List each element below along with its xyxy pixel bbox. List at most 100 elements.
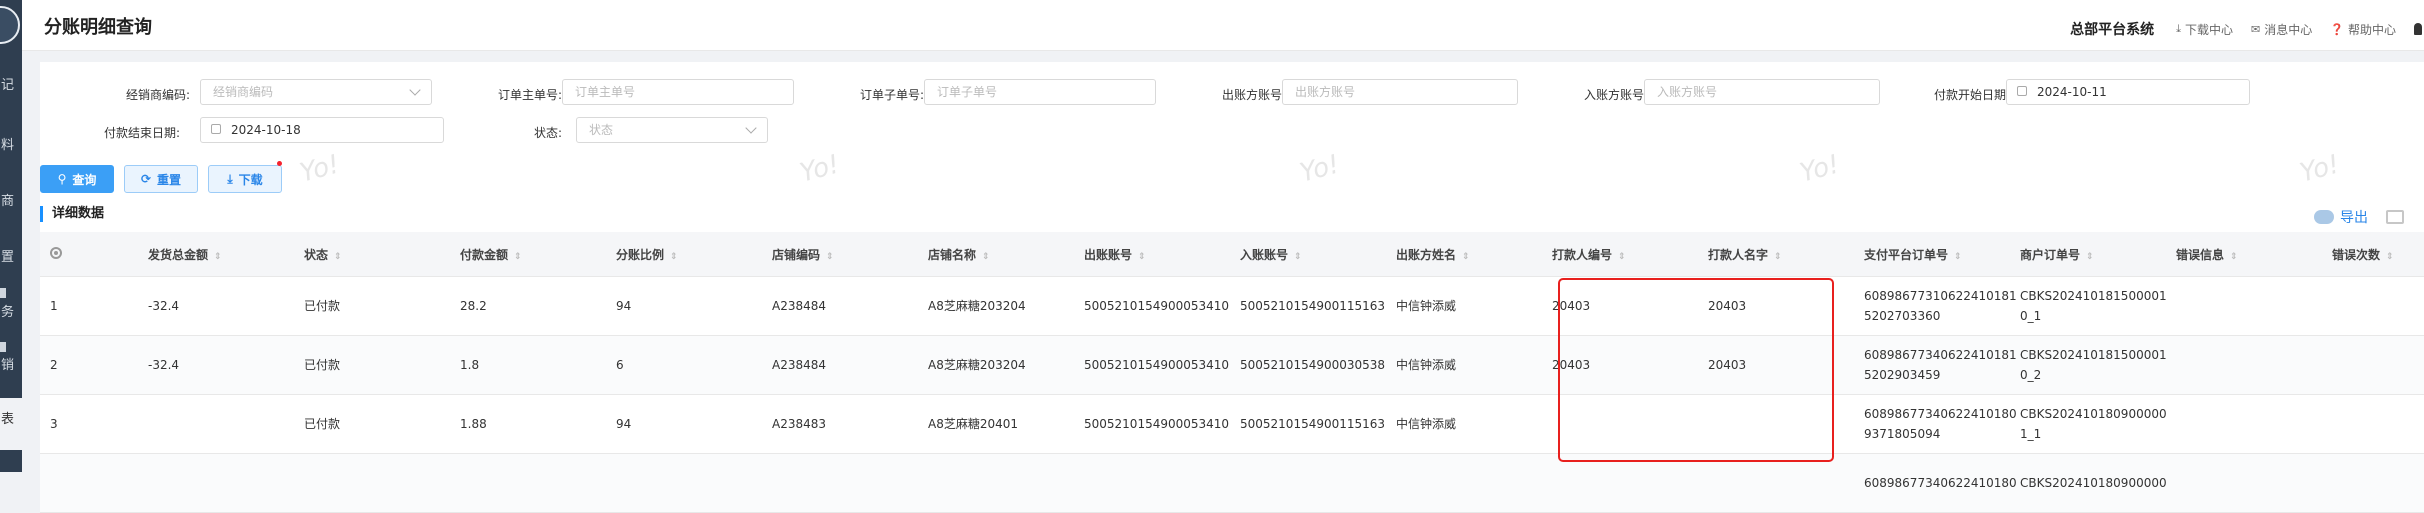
sort-icon[interactable]: ⇕ <box>1618 252 1626 262</box>
column-header[interactable]: 状态 ⇕ <box>304 232 460 277</box>
cell-pay-amount: 28.2 <box>460 276 616 336</box>
cell-payer-name: 20403 <box>1708 276 1864 336</box>
main-order-input[interactable]: 订单主单号 <box>562 79 794 105</box>
pay-end-date-picker[interactable]: 2024-10-18 <box>200 117 444 143</box>
cell-ratio <box>616 453 772 513</box>
sort-icon[interactable]: ⇕ <box>1954 252 1962 262</box>
cell-ship-total <box>148 394 304 454</box>
sort-icon[interactable]: ⇕ <box>1138 252 1146 262</box>
column-header-label: 商户订单号 <box>2020 247 2081 262</box>
cell-status: 已付款 <box>304 335 460 395</box>
pay-end-label: 付款结束日期: <box>103 126 180 140</box>
sort-icon[interactable]: ⇕ <box>982 252 990 262</box>
download-button[interactable]: ⤓ 下载 <box>208 165 282 193</box>
table-row[interactable]: 2 -32.4 已付款 1.8 6 A238484 A8芝麻糖203204 50… <box>40 335 2424 395</box>
export-button[interactable]: 导出 <box>2340 207 2368 227</box>
column-header[interactable]: 入账账号 ⇕ <box>1240 232 1396 277</box>
dealer-code-select[interactable]: 经销商编码 <box>200 79 432 105</box>
dealer-code-placeholder: 经销商编码 <box>213 85 274 99</box>
sidebar-item-2[interactable]: 料 <box>0 138 22 154</box>
sub-order-label: 订单子单号: <box>859 88 924 102</box>
calendar-icon <box>2017 86 2027 96</box>
row-index: 3 <box>40 394 148 454</box>
column-header[interactable]: 错误信息 ⇕ <box>2176 232 2332 277</box>
column-header[interactable]: 出账方姓名 ⇕ <box>1396 232 1552 277</box>
cell-in-account <box>1240 453 1396 513</box>
download-icon: ⤓ <box>2176 22 2182 35</box>
column-settings[interactable] <box>40 232 148 277</box>
sidebar-item-4[interactable]: 置 <box>0 250 22 266</box>
reset-button[interactable]: ⟳ 重置 <box>124 165 198 193</box>
column-header[interactable]: 错误次数 ⇕ <box>2332 232 2424 277</box>
cell-out-name: 中信钟添威 <box>1396 276 1552 336</box>
sort-icon[interactable]: ⇕ <box>2386 252 2394 262</box>
sort-icon[interactable]: ⇕ <box>214 252 222 262</box>
column-header[interactable]: 商户订单号 ⇕ <box>2020 232 2176 277</box>
column-header-label: 店铺编码 <box>772 247 821 262</box>
cloud-download-icon[interactable] <box>2314 210 2334 224</box>
sort-icon[interactable]: ⇕ <box>1294 252 1302 262</box>
row-index: 1 <box>40 276 148 336</box>
cell-payer-name: 20403 <box>1708 335 1864 395</box>
sort-icon[interactable]: ⇕ <box>334 252 342 262</box>
download-button-label: 下载 <box>238 172 263 187</box>
cell-error-message <box>2176 335 2332 395</box>
download-center-link[interactable]: ⤓ 下载中心 <box>2176 21 2233 38</box>
cell-error-count <box>2332 276 2424 336</box>
sort-icon[interactable]: ⇕ <box>514 252 522 262</box>
printer-icon[interactable] <box>2386 210 2404 224</box>
column-header-label: 支付平台订单号 <box>1864 247 1949 262</box>
logo-icon <box>0 6 20 44</box>
top-right-menu: 总部平台系统 ⤓ 下载中心 ✉ 消息中心 ❓ 帮助中心 <box>2070 19 2424 39</box>
platform-name[interactable]: 总部平台系统 <box>2070 19 2154 39</box>
table-row[interactable]: 3 已付款 1.88 94 A238483 A8芝麻糖20401 5005210… <box>40 394 2424 454</box>
column-header-label: 付款金额 <box>460 247 509 262</box>
column-header[interactable]: 店铺编码 ⇕ <box>772 232 928 277</box>
column-header[interactable]: 付款金额 ⇕ <box>460 232 616 277</box>
sidebar-item-label: 商 <box>1 194 15 209</box>
chevron-down-icon <box>409 84 421 96</box>
sidebar-item-3[interactable]: 商 <box>0 194 22 210</box>
cell-merchant-order: CBKS202410181500001 0_2 <box>2020 335 2176 395</box>
column-header[interactable]: 出账账号 ⇕ <box>1084 232 1240 277</box>
help-center-link[interactable]: ❓ 帮助中心 <box>2330 21 2396 38</box>
cell-payer-no: 20403 <box>1552 276 1708 336</box>
sidebar-item-1[interactable]: 记 <box>0 78 22 94</box>
sort-icon[interactable]: ⇕ <box>826 252 834 262</box>
column-header-label: 错误信息 <box>2176 247 2225 262</box>
sidebar-item-6[interactable]: 销 <box>0 358 22 374</box>
pay-start-date-picker[interactable]: 2024-10-11 <box>2006 79 2250 105</box>
out-account-input[interactable]: 出账方账号 <box>1282 79 1518 105</box>
column-header[interactable]: 店铺名称 ⇕ <box>928 232 1084 277</box>
column-header[interactable]: 支付平台订单号 ⇕ <box>1864 232 2020 277</box>
gear-icon[interactable] <box>50 246 62 259</box>
table-row[interactable]: 60898677340622410180 CBKS202410180900000 <box>40 453 2424 513</box>
status-select[interactable]: 状态 <box>576 117 768 143</box>
column-header[interactable]: 打款人编号 ⇕ <box>1552 232 1708 277</box>
sidebar-item-5[interactable]: 务 <box>0 305 22 321</box>
in-account-placeholder: 入账方账号 <box>1657 85 1718 99</box>
cell-ratio: 94 <box>616 394 772 454</box>
column-header[interactable]: 分账比例 ⇕ <box>616 232 772 277</box>
cell-status: 已付款 <box>304 394 460 454</box>
sort-icon[interactable]: ⇕ <box>670 252 678 262</box>
sidebar-item-label: 记 <box>1 78 15 93</box>
sidebar-item-7-active[interactable]: 表 <box>0 398 22 450</box>
column-header[interactable]: 发货总金额 ⇕ <box>148 232 304 277</box>
cell-shop-name: A8芝麻糖203204 <box>928 335 1084 395</box>
help-center-label: 帮助中心 <box>2347 22 2396 37</box>
query-button[interactable]: ⚲ 查询 <box>40 165 114 193</box>
sub-order-input[interactable]: 订单子单号 <box>924 79 1156 105</box>
in-account-input[interactable]: 入账方账号 <box>1644 79 1880 105</box>
sort-icon[interactable]: ⇕ <box>1462 252 1470 262</box>
cell-pay-amount: 1.8 <box>460 335 616 395</box>
cell-payer-no <box>1552 453 1708 513</box>
user-icon[interactable] <box>2414 23 2422 35</box>
message-center-link[interactable]: ✉ 消息中心 <box>2251 21 2312 38</box>
column-header[interactable]: 打款人名字 ⇕ <box>1708 232 1864 277</box>
sort-icon[interactable]: ⇕ <box>2230 252 2238 262</box>
sort-icon[interactable]: ⇕ <box>1774 252 1782 262</box>
table-row[interactable]: 1 -32.4 已付款 28.2 94 A238484 A8芝麻糖203204 … <box>40 276 2424 336</box>
cell-platform-order: 60898677340622410181 5202903459 <box>1864 335 2020 395</box>
sort-icon[interactable]: ⇕ <box>2086 252 2094 262</box>
